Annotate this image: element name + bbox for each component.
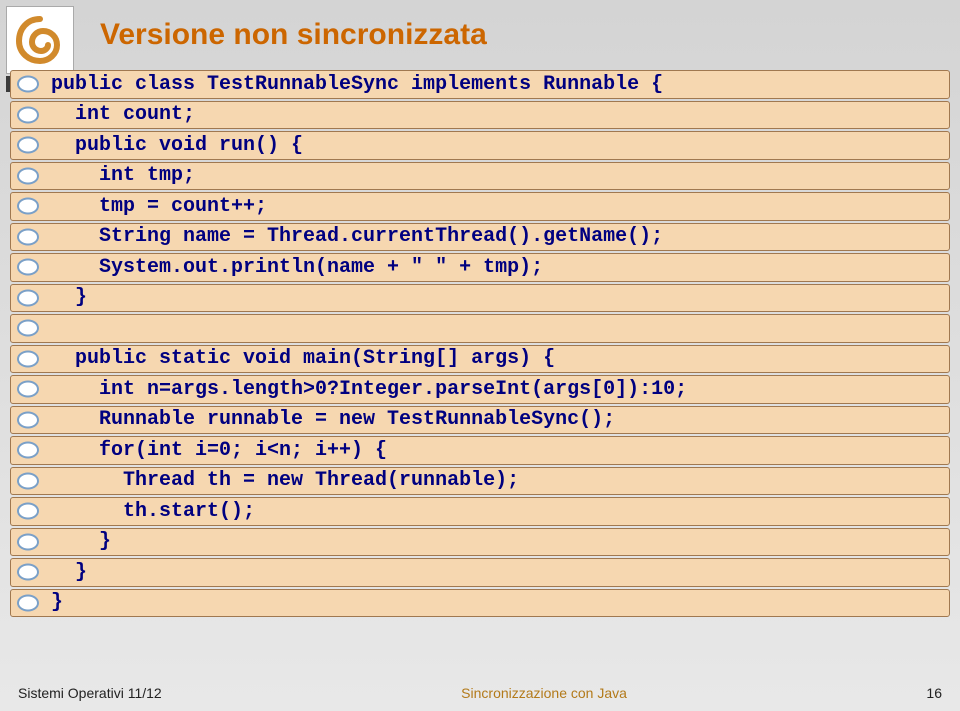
- code-line: }: [10, 589, 950, 618]
- footer: Sistemi Operativi 11/12 Sincronizzazione…: [18, 685, 942, 701]
- bullet-icon: [16, 289, 40, 307]
- code-line: public class TestRunnableSync implements…: [10, 70, 950, 99]
- logo-box: [6, 6, 74, 74]
- code-text: for(int i=0; i<n; i++) {: [51, 439, 387, 462]
- code-text: tmp = count++;: [51, 195, 267, 218]
- code-line: tmp = count++;: [10, 192, 950, 221]
- code-text: public class TestRunnableSync implements…: [51, 73, 663, 96]
- code-line: String name = Thread.currentThread().get…: [10, 223, 950, 252]
- code-text: public void run() {: [51, 134, 303, 157]
- code-text: int count;: [51, 103, 195, 126]
- bullet-icon: [16, 106, 40, 124]
- bullet-icon: [16, 167, 40, 185]
- slide-title: Versione non sincronizzata: [100, 18, 487, 52]
- bullet-icon: [16, 533, 40, 551]
- code-line: System.out.println(name + " " + tmp);: [10, 253, 950, 282]
- code-line: public static void main(String[] args) {: [10, 345, 950, 374]
- code-area: public class TestRunnableSync implements…: [10, 70, 950, 619]
- bullet-icon: [16, 563, 40, 581]
- bullet-icon: [16, 594, 40, 612]
- code-text: String name = Thread.currentThread().get…: [51, 225, 663, 248]
- bullet-icon: [16, 441, 40, 459]
- bullet-icon: [16, 411, 40, 429]
- bullet-icon: [16, 502, 40, 520]
- code-line: for(int i=0; i<n; i++) {: [10, 436, 950, 465]
- bullet-icon: [16, 380, 40, 398]
- code-line: }: [10, 558, 950, 587]
- code-text: Thread th = new Thread(runnable);: [51, 469, 519, 492]
- bullet-icon: [16, 75, 40, 93]
- swirl-icon: [13, 13, 67, 67]
- code-line: }: [10, 528, 950, 557]
- bullet-icon: [16, 258, 40, 276]
- code-line: int count;: [10, 101, 950, 130]
- code-text: th.start();: [51, 500, 255, 523]
- bullet-icon: [16, 228, 40, 246]
- bullet-icon: [16, 472, 40, 490]
- code-line: th.start();: [10, 497, 950, 526]
- code-line: int n=args.length>0?Integer.parseInt(arg…: [10, 375, 950, 404]
- code-line: [10, 314, 950, 343]
- bullet-icon: [16, 319, 40, 337]
- code-text: System.out.println(name + " " + tmp);: [51, 256, 543, 279]
- code-text: }: [51, 286, 87, 309]
- code-text: Runnable runnable = new TestRunnableSync…: [51, 408, 615, 431]
- code-line: Thread th = new Thread(runnable);: [10, 467, 950, 496]
- code-line: public void run() {: [10, 131, 950, 160]
- code-text: int n=args.length>0?Integer.parseInt(arg…: [51, 378, 687, 401]
- code-text: }: [51, 591, 63, 614]
- code-text: }: [51, 530, 111, 553]
- code-text: int tmp;: [51, 164, 195, 187]
- bullet-icon: [16, 136, 40, 154]
- code-line: Runnable runnable = new TestRunnableSync…: [10, 406, 950, 435]
- code-line: }: [10, 284, 950, 313]
- footer-left: Sistemi Operativi 11/12: [18, 685, 162, 701]
- bullet-icon: [16, 350, 40, 368]
- code-text: }: [51, 561, 87, 584]
- footer-mid: Sincronizzazione con Java: [461, 685, 627, 701]
- code-line: int tmp;: [10, 162, 950, 191]
- footer-right: 16: [926, 685, 942, 701]
- bullet-icon: [16, 197, 40, 215]
- code-text: public static void main(String[] args) {: [51, 347, 555, 370]
